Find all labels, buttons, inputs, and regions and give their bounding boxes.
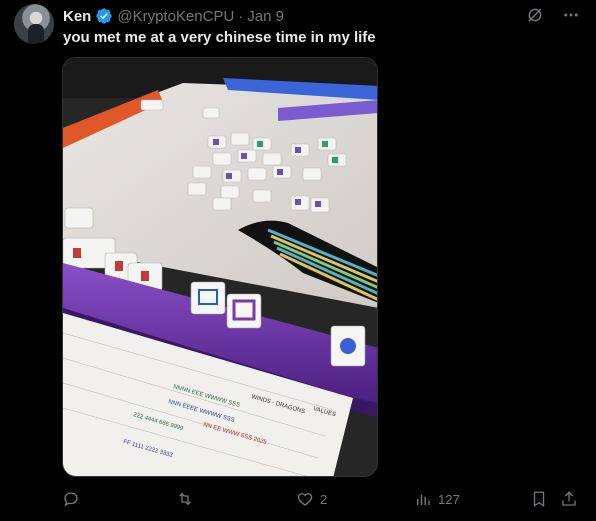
grok-icon[interactable] (524, 4, 546, 26)
tweet-header: Ken @KryptoKenCPU · Jan 9 (63, 6, 284, 26)
retweet-icon (179, 492, 191, 506)
retweet-button[interactable] (175, 486, 201, 512)
reply-button[interactable] (62, 486, 86, 512)
view-count: 127 (438, 491, 460, 507)
tweet[interactable]: Ken @KryptoKenCPU · Jan 9 you met me at … (0, 0, 596, 521)
share-button[interactable] (560, 486, 578, 512)
mahjong-photo: WINDS - DRAGONS VALUES NNNN EEE WWWW SSS… (63, 58, 377, 476)
tweet-date[interactable]: Jan 9 (247, 8, 284, 25)
tweet-photo[interactable]: WINDS - DRAGONS VALUES NNNN EEE WWWW SSS… (62, 57, 378, 477)
bookmark-icon (533, 491, 545, 508)
like-count: 2 (320, 491, 328, 507)
heart-icon (297, 493, 313, 506)
views-icon (417, 494, 430, 505)
author-handle[interactable]: @KryptoKenCPU (117, 8, 234, 25)
verified-badge-icon[interactable] (95, 7, 113, 25)
bookmark-button[interactable] (530, 486, 548, 512)
avatar[interactable] (14, 4, 54, 44)
share-icon (562, 491, 576, 506)
tweet-actions: 2 127 (0, 486, 596, 512)
separator-dot: · (238, 7, 244, 25)
views-button[interactable]: 127 (414, 486, 460, 512)
more-icon[interactable] (560, 4, 582, 26)
author-name[interactable]: Ken (63, 8, 91, 25)
like-button[interactable]: 2 (296, 486, 327, 512)
reply-icon (64, 492, 78, 507)
tweet-text: you met me at a very chinese time in my … (63, 29, 376, 46)
